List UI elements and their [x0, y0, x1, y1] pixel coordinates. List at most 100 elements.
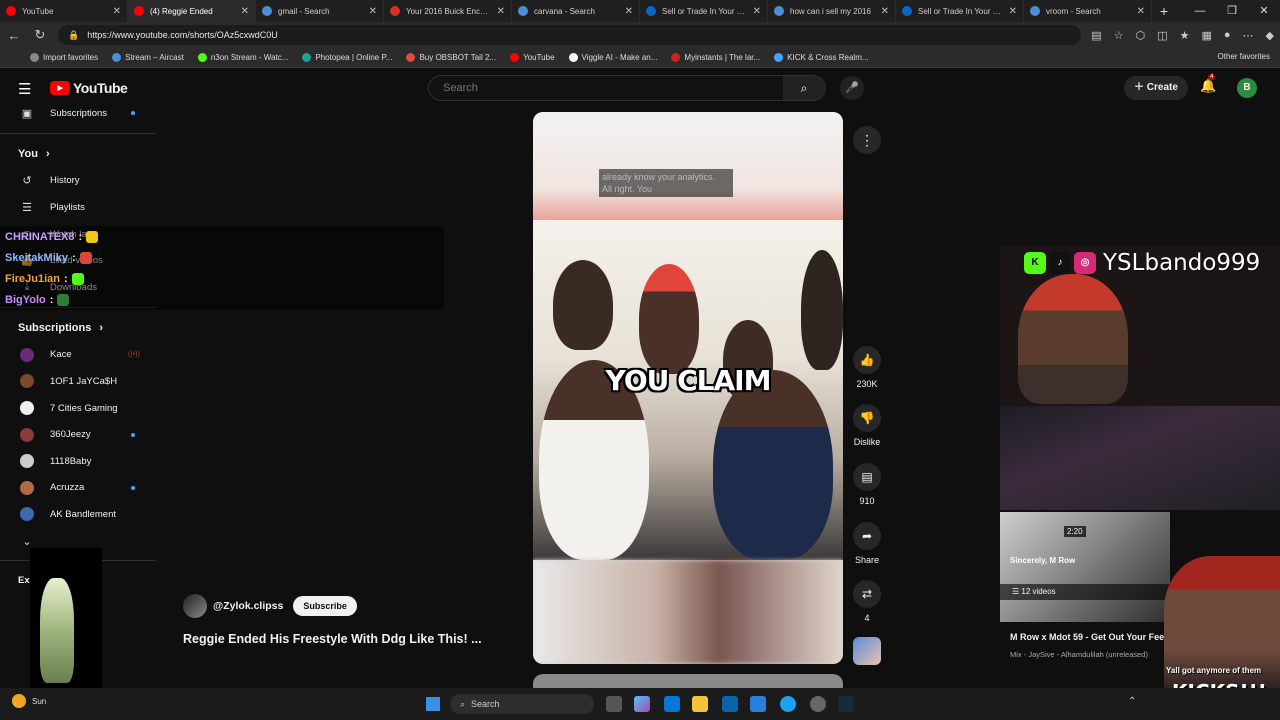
tray-chevron-icon[interactable]: ⌃ [1128, 696, 1136, 707]
new-tab-icon[interactable]: + [1152, 3, 1176, 19]
browser-tab[interactable]: gmail - Search ✕ [256, 0, 384, 22]
short-title[interactable]: Reggie Ended His Freestyle With Ddg Like… [183, 632, 482, 646]
search-icon[interactable]: ⌕ [783, 76, 825, 100]
weather-widget[interactable]: Sun [12, 694, 46, 708]
refresh-icon[interactable]: ↻ [32, 27, 48, 43]
channel-avatar[interactable] [183, 594, 207, 618]
copilot-app-icon[interactable] [634, 696, 650, 712]
sun-icon [12, 694, 26, 708]
steam-icon[interactable] [838, 696, 854, 712]
bookmark-item[interactable]: Photopea | Online P... [302, 53, 392, 62]
bookmark-item[interactable]: Import favorites [30, 53, 98, 62]
back-icon[interactable]: ← [6, 28, 22, 43]
sound-thumbnail[interactable] [853, 637, 881, 665]
browser-tab[interactable]: Sell or Trade In Your Ca ✕ [896, 0, 1024, 22]
close-tab-icon[interactable]: ✕ [113, 6, 121, 17]
sidebar-icon: ↺ [22, 175, 32, 188]
person [553, 260, 613, 350]
notifications-icon[interactable]: 🔔 4 [1200, 74, 1216, 94]
sidebar-item-playlists[interactable]: ☰ Playlists [0, 194, 156, 221]
collections-icon[interactable]: ▦ [1201, 29, 1211, 42]
sidebar-subscriptions-header[interactable]: Subscriptions › [0, 314, 156, 342]
sidebar-subscription-item[interactable]: 7 Cities Gaming [0, 395, 156, 422]
bookmark-item[interactable]: KICK & Cross Realm... [774, 53, 869, 62]
close-tab-icon[interactable]: ✕ [369, 6, 377, 17]
close-tab-icon[interactable]: ✕ [497, 6, 505, 17]
sidebar-item-history[interactable]: ↺ History [0, 168, 156, 195]
like-button[interactable]: 👍 230K [849, 346, 885, 389]
browser-tab[interactable]: (4) Reggie Ended ✕ [128, 0, 256, 22]
file-explorer-icon[interactable] [692, 696, 708, 712]
close-tab-icon[interactable]: ✕ [1137, 6, 1145, 17]
maximize-icon[interactable]: ❐ [1216, 0, 1248, 22]
browser-tab[interactable]: vroom - Search ✕ [1024, 0, 1152, 22]
obs-icon[interactable] [810, 696, 826, 712]
close-tab-icon[interactable]: ✕ [241, 6, 249, 17]
channel-avatar [20, 374, 34, 389]
search-input[interactable] [429, 82, 783, 94]
sidebar-you-header[interactable]: You › [0, 140, 156, 168]
reader-icon[interactable]: ▤ [1091, 29, 1101, 42]
task-view-icon[interactable] [606, 696, 622, 712]
taskbar-search[interactable]: ⌕ Search [450, 694, 594, 714]
start-icon[interactable] [426, 697, 440, 711]
minimize-icon[interactable]: — [1184, 0, 1216, 22]
share-button[interactable]: ➦ Share [849, 522, 885, 565]
browser-tab[interactable]: YouTube ✕ [0, 0, 128, 22]
bookmark-item[interactable]: Myinstants | The lar... [671, 53, 760, 62]
youtube-logo[interactable]: ▶ YouTube [50, 80, 128, 96]
sidebar-subscription-item[interactable]: 1118Baby [0, 448, 156, 475]
chat-message: SkeitakMiky: [0, 247, 444, 268]
next-short-preview[interactable] [533, 674, 843, 688]
mic-icon[interactable]: 🎤 [840, 76, 864, 100]
bookmark-item[interactable]: Viggle AI - Make an... [568, 53, 657, 62]
bookmark-item[interactable]: Stream – Aircast [112, 53, 184, 62]
playlist-card[interactable]: 2:20 Sincerely, M Row ☰ 12 videos [1000, 512, 1170, 622]
url-field[interactable]: 🔒 https://www.youtube.com/shorts/OAz5cxw… [58, 25, 1082, 45]
bookmark-item[interactable]: YouTube [510, 53, 555, 62]
song-title[interactable]: M Row x Mdot 59 - Get Out Your Feel [1010, 632, 1167, 642]
sidebar-subscription-item[interactable]: AK Bandlement [0, 501, 156, 528]
close-tab-icon[interactable]: ✕ [1009, 6, 1017, 17]
star-icon[interactable]: ☆ [1114, 29, 1124, 42]
sidebar-subscription-item[interactable]: Kace ((•)) [0, 342, 156, 369]
browser-tab[interactable]: Sell or Trade In Your Ca ✕ [640, 0, 768, 22]
account-avatar[interactable]: B [1237, 78, 1257, 98]
close-window-icon[interactable]: ✕ [1248, 0, 1280, 22]
photos-icon[interactable] [750, 696, 766, 712]
more-options-icon[interactable]: ⋮ [853, 126, 881, 154]
dislike-button[interactable]: 👎 Dislike [849, 404, 885, 447]
short-video-player[interactable]: already know your analytics. All right. … [533, 112, 843, 664]
channel-name[interactable]: @Zylok.clipss [213, 600, 283, 612]
close-tab-icon[interactable]: ✕ [881, 6, 889, 17]
close-tab-icon[interactable]: ✕ [753, 6, 761, 17]
create-button[interactable]: ＋ Create [1124, 76, 1188, 100]
split-icon[interactable]: ◫ [1157, 29, 1167, 42]
sidebar-subscription-item[interactable]: Acruzza [0, 475, 156, 502]
window-controls: — ❐ ✕ [1184, 0, 1280, 22]
bookmark-item[interactable]: n3on Stream - Watc... [197, 53, 288, 62]
subscribe-button[interactable]: Subscribe [293, 596, 357, 616]
edge-icon[interactable] [780, 696, 796, 712]
subscription-label: Kace [50, 349, 72, 361]
browser-tab[interactable]: how can i sell my 2016 ✕ [768, 0, 896, 22]
other-favorites[interactable]: Other favorites [1218, 52, 1270, 61]
favorites-icon[interactable]: ★ [1180, 29, 1190, 42]
browser-tab[interactable]: Your 2016 Buick Encore ✕ [384, 0, 512, 22]
sidebar-subscription-item[interactable]: 360Jeezy [0, 421, 156, 448]
copilot-icon[interactable]: ◆ [1266, 29, 1274, 42]
store-icon[interactable] [664, 696, 680, 712]
menu-icon[interactable]: ⋯ [1243, 29, 1254, 42]
close-tab-icon[interactable]: ✕ [625, 6, 633, 17]
bookmark-item[interactable]: Buy OBSBOT Tail 2... [406, 53, 496, 62]
hamburger-menu-icon[interactable]: ☰ [18, 80, 31, 98]
browser-tab[interactable]: carvana - Search ✕ [512, 0, 640, 22]
extensions-icon[interactable]: ⬡ [1136, 29, 1146, 42]
sidebar-item-subscriptions[interactable]: ▣ Subscriptions [0, 100, 156, 127]
profile-icon[interactable]: ● [1224, 29, 1231, 42]
outlook-icon[interactable] [722, 696, 738, 712]
sidebar-subscription-item[interactable]: 1OF1 JaYCa$H [0, 368, 156, 395]
chat-colon: : [64, 272, 68, 285]
comments-button[interactable]: ▤ 910 [849, 463, 885, 506]
remix-button[interactable]: ⇄ 4 [849, 580, 885, 623]
